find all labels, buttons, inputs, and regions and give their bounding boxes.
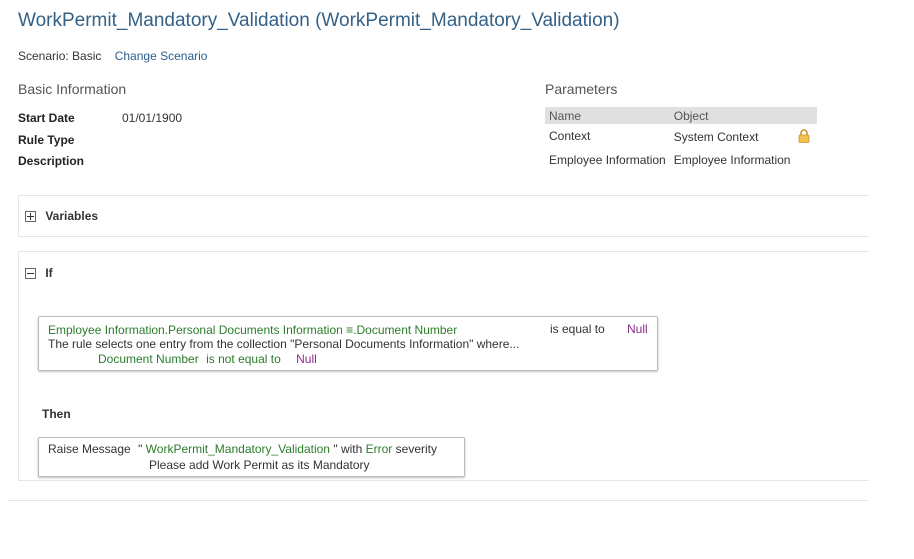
sub-condition-operator[interactable]: is not equal to: [206, 352, 281, 366]
parameter-object: Employee Information: [673, 153, 791, 167]
if-header[interactable]: If: [25, 266, 53, 280]
condition-description: The rule selects one entry from the coll…: [48, 337, 520, 351]
condition-left-operand[interactable]: Employee Information.Personal Documents …: [48, 323, 343, 337]
parameters-table: Name Object Context System Context Emplo…: [545, 107, 817, 172]
condition-expression[interactable]: Employee Information.Personal Documents …: [48, 323, 457, 337]
change-scenario-link[interactable]: Change Scenario: [115, 49, 208, 63]
parameter-object: System Context: [670, 124, 817, 148]
variables-panel: Variables: [18, 195, 869, 237]
column-header-name: Name: [545, 107, 670, 124]
action-card[interactable]: Raise Message " WorkPermit_Mandatory_Val…: [38, 437, 465, 477]
parameter-name: Context: [549, 129, 591, 143]
condition-card[interactable]: Employee Information.Personal Documents …: [38, 316, 658, 371]
table-row: Employee Information Employee Informatio…: [545, 148, 817, 172]
parameters-header-row: Name Object: [545, 107, 817, 124]
sub-condition-field[interactable]: Document Number: [98, 352, 199, 366]
variables-label: Variables: [45, 209, 99, 223]
severity-value[interactable]: Error: [366, 442, 393, 456]
parameters-heading: Parameters: [545, 81, 618, 97]
parameter-object-text: System Context: [673, 129, 759, 144]
description-label: Description: [18, 154, 85, 168]
then-label: Then: [42, 407, 71, 421]
message-text: Please add Work Permit as its Mandatory: [149, 458, 370, 472]
rule-type-label: Rule Type: [18, 133, 75, 147]
message-quote-open: ": [138, 442, 143, 456]
message-quote-close: ": [333, 442, 338, 456]
collapse-icon[interactable]: [25, 268, 36, 280]
variables-header[interactable]: Variables: [25, 209, 98, 223]
start-date-value: 01/01/1900: [122, 111, 183, 125]
condition-value[interactable]: Null: [627, 322, 648, 336]
page-title: WorkPermit_Mandatory_Validation (WorkPer…: [18, 10, 620, 31]
scenario-bar: Scenario: Basic Change Scenario: [18, 49, 207, 63]
action-name[interactable]: Raise Message: [48, 442, 131, 456]
lock-icon: [798, 128, 810, 143]
condition-field[interactable]: .Document Number: [353, 323, 457, 337]
message-id[interactable]: WorkPermit_Mandatory_Validation: [146, 442, 330, 456]
column-header-object: Object: [669, 107, 817, 124]
sub-condition[interactable]: Document Number is not equal to Null: [98, 352, 317, 366]
basic-information-heading: Basic Information: [18, 81, 127, 97]
expand-icon[interactable]: [25, 211, 36, 223]
sub-condition-value[interactable]: Null: [296, 352, 317, 366]
start-date-label: Start Date: [18, 111, 75, 125]
condition-operator[interactable]: is equal to: [550, 322, 605, 336]
severity-suffix: severity: [395, 442, 437, 456]
parameter-name: Employee Information: [549, 153, 666, 167]
scenario-label: Scenario: Basic: [18, 49, 102, 63]
action-line[interactable]: Raise Message " WorkPermit_Mandatory_Val…: [48, 442, 437, 456]
table-row: Context System Context: [545, 124, 817, 148]
if-panel: If Employee Information.Personal Documen…: [18, 251, 869, 481]
bottom-divider: [8, 500, 868, 501]
if-label: If: [45, 266, 53, 280]
with-text: with: [340, 442, 363, 456]
